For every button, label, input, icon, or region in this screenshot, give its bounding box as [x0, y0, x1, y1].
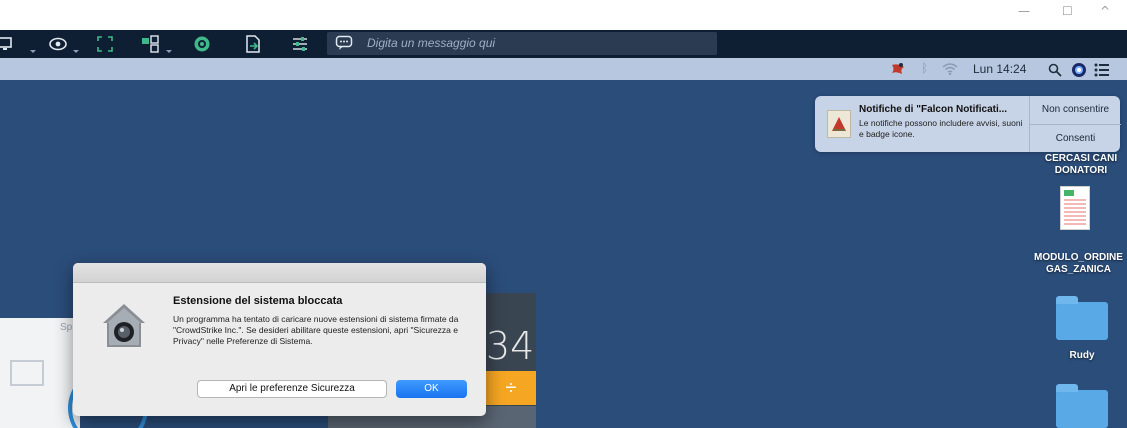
monitor-icon[interactable] [0, 34, 16, 54]
expand-icon[interactable] [95, 34, 115, 54]
file-transfer-icon[interactable] [243, 34, 263, 54]
notification-center-icon[interactable] [1094, 63, 1110, 82]
security-lock-icon [99, 301, 149, 351]
background-window-fragment: Sp [0, 318, 148, 428]
desktop-item-modulo-ordine[interactable]: MODULO_ORDINE GAS_ZANICA [1030, 252, 1127, 276]
message-placeholder: Digita un messaggio qui [367, 36, 496, 50]
dialog-message: Un programma ha tentato di caricare nuov… [173, 314, 459, 346]
folder-icon[interactable] [1056, 384, 1108, 428]
desktop-item-rudy[interactable]: Rudy [1050, 350, 1114, 362]
menubar-clock[interactable]: Lun 14:24 [973, 62, 1026, 76]
monitor-icon [10, 360, 44, 386]
apps-icon[interactable] [140, 34, 160, 54]
desktop-item-label: CERCASI CANI [1044, 153, 1118, 164]
search-icon[interactable] [1048, 63, 1062, 82]
apps-dropdown-caret[interactable] [166, 50, 172, 53]
chat-icon [335, 35, 353, 56]
dialog-titlebar [73, 263, 486, 283]
desktop-item-label: GAS_ZANICA [1045, 264, 1111, 275]
notification-actions: Non consentire Consenti [1029, 96, 1121, 152]
dialog-title: Estensione del sistema bloccata [173, 295, 343, 307]
message-input[interactable]: Digita un messaggio qui [327, 32, 717, 55]
notification-title: Notifiche di "Falcon Notificati... [859, 104, 1008, 115]
minimize-button[interactable]: — [1018, 4, 1030, 18]
system-extension-dialog: Estensione del sistema bloccata Un progr… [73, 263, 486, 416]
desktop-item-cercasi-cani[interactable]: CERCASI CANI DONATORI [1035, 153, 1127, 177]
maximize-button[interactable]: ☐ [1062, 4, 1073, 18]
notification-banner[interactable]: Notifiche di "Falcon Notificati... Le no… [815, 96, 1121, 152]
desktop-item-label: DONATORI [1054, 165, 1108, 176]
desktop-item-label: MODULO_ORDINE [1034, 252, 1123, 263]
wifi-icon[interactable] [942, 62, 958, 81]
spreadsheet-document-icon[interactable] [1060, 186, 1090, 230]
eye-icon[interactable] [48, 34, 68, 54]
notification-deny-button[interactable]: Non consentire [1030, 96, 1121, 124]
background-window-label: Sp [60, 322, 73, 333]
eye-dropdown-caret[interactable] [73, 50, 79, 53]
folder-icon[interactable] [1056, 296, 1108, 340]
notification-body: Le notifiche possono includere avvisi, s… [859, 118, 1023, 139]
record-icon[interactable] [192, 34, 212, 54]
open-security-preferences-button[interactable]: Apri le preferenze Sicurezza [197, 380, 387, 398]
desktop-item-label: Rudy [1069, 350, 1095, 361]
calculator-display: 34 [486, 324, 535, 368]
window-titlebar: — ☐ ^ [0, 0, 1127, 30]
collapse-button[interactable]: ^ [1100, 4, 1110, 18]
settings-sliders-icon[interactable] [290, 34, 310, 54]
ok-button[interactable]: OK [396, 380, 467, 398]
crowdstrike-icon[interactable] [890, 61, 906, 82]
falcon-app-icon [827, 110, 851, 138]
calculator-divide-button[interactable]: ÷ [486, 371, 536, 405]
bluetooth-icon[interactable]: ᛒ [921, 61, 928, 75]
notification-allow-button[interactable]: Consenti [1030, 124, 1121, 152]
monitor-dropdown-caret[interactable] [30, 50, 36, 53]
siri-icon[interactable] [1071, 62, 1087, 83]
